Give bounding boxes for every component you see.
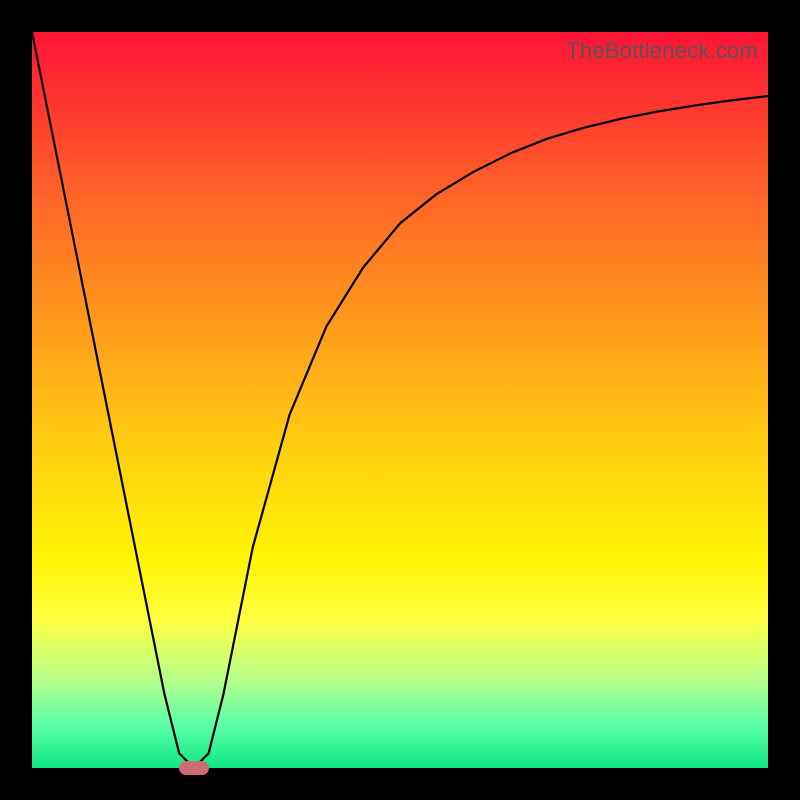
bottleneck-curve — [32, 32, 768, 768]
curve-path — [32, 32, 768, 768]
chart-frame: TheBottleneck.com — [0, 0, 800, 800]
heat-gradient-background: TheBottleneck.com — [32, 32, 768, 768]
optimal-point-marker — [179, 761, 209, 775]
